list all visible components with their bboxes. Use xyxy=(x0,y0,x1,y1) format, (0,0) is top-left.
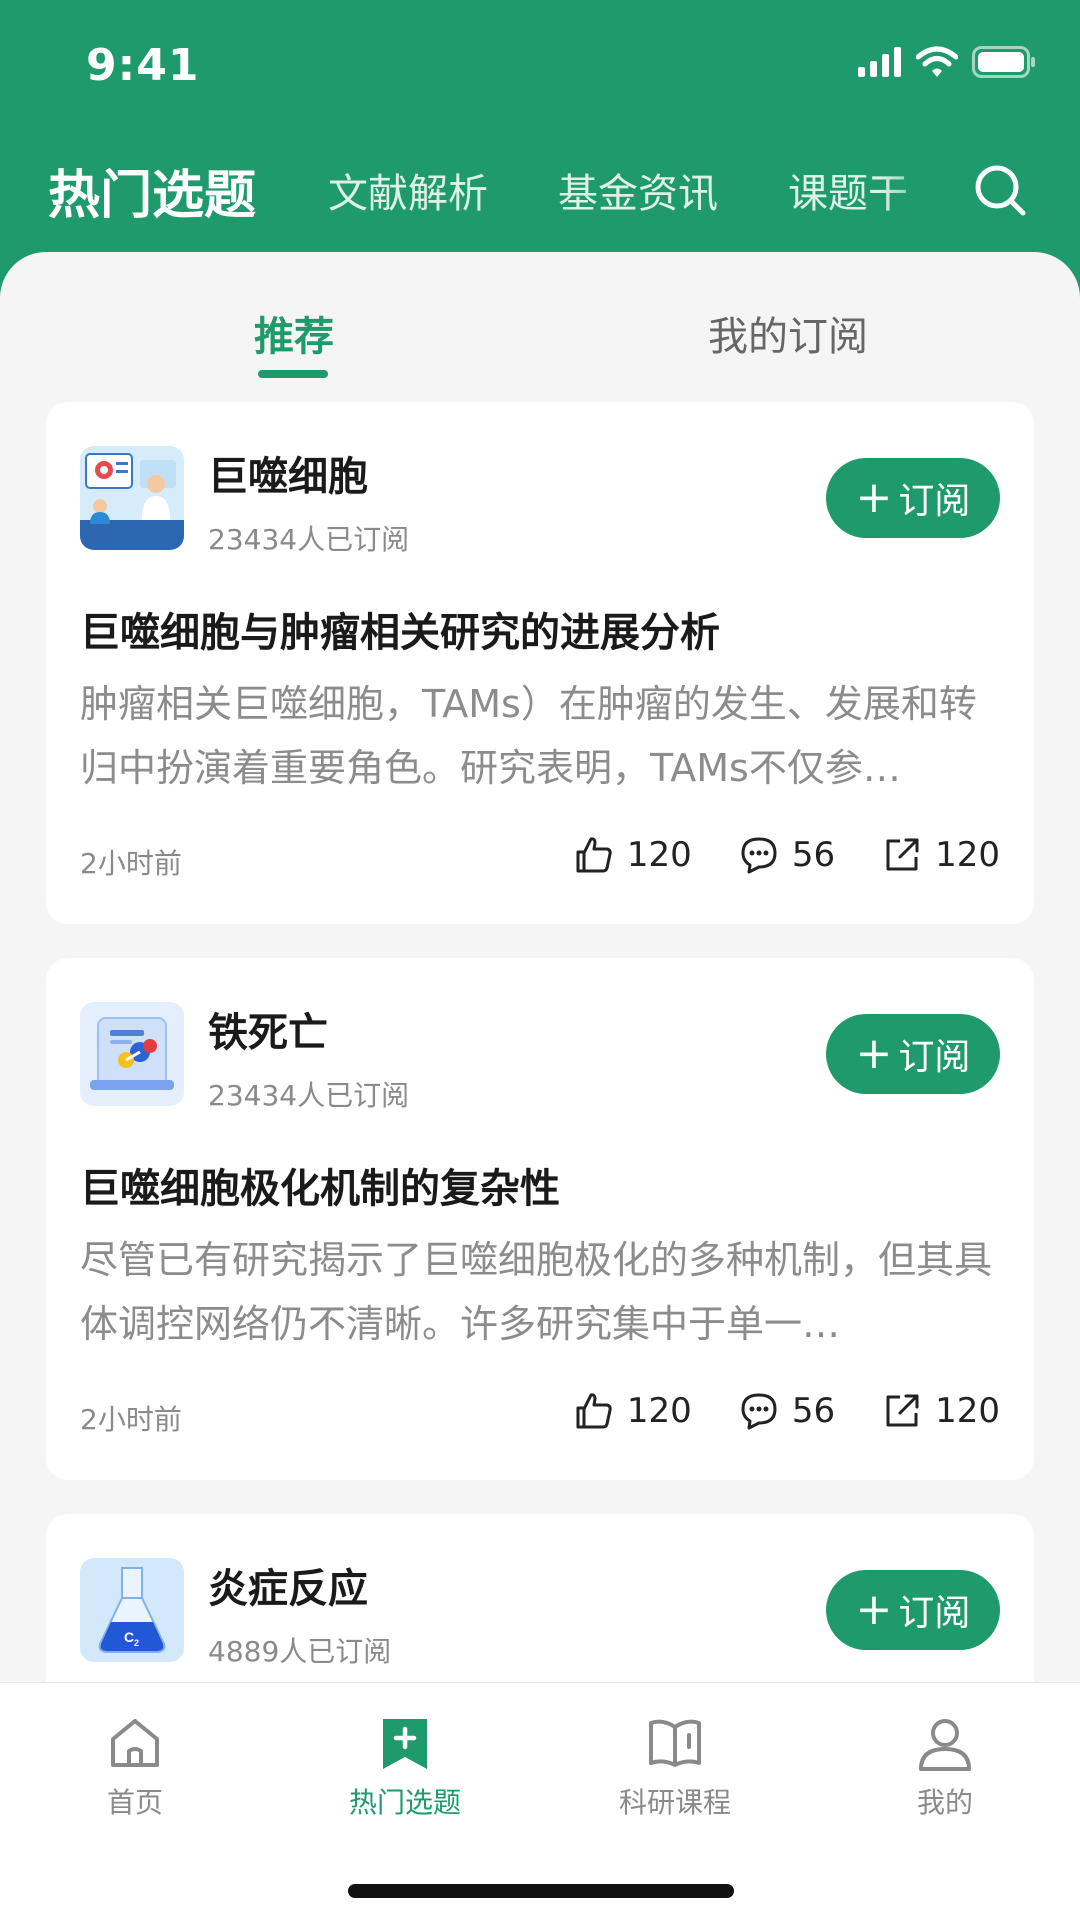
tabs-fade xyxy=(880,150,960,230)
topic-name: 铁死亡 xyxy=(208,1010,328,1056)
tab-recommend[interactable]: 推荐 xyxy=(254,304,334,362)
share-count: 120 xyxy=(935,1391,1000,1431)
card-stats: 120 56 120 xyxy=(527,1390,1000,1432)
topic-card[interactable]: 巨噬细胞 23434人已订阅 + 订阅 巨噬细胞与肿瘤相关研究的进展分析 肿瘤相… xyxy=(46,402,1034,924)
topic-card[interactable]: C 2 炎症反应 4889人已订阅 + 订阅 xyxy=(46,1514,1034,1682)
article-title[interactable]: 巨噬细胞极化机制的复杂性 xyxy=(80,1156,560,1214)
comment-button[interactable]: 56 xyxy=(738,834,835,876)
flask-image: C 2 xyxy=(80,1558,184,1662)
home-indicator xyxy=(348,1884,734,1898)
tab-fund-news[interactable]: 基金资讯 xyxy=(558,161,718,219)
search-icon xyxy=(975,165,1026,216)
user-icon xyxy=(919,1719,971,1771)
comment-icon xyxy=(741,1393,777,1430)
lab-scientist-image xyxy=(80,446,184,550)
svg-text:2: 2 xyxy=(134,1638,139,1648)
bookmark-plus-icon xyxy=(383,1719,427,1769)
share-button[interactable]: 120 xyxy=(881,834,1000,876)
top-category-tabs: 热门选题 文献解析 基金资讯 课题干 xyxy=(48,150,960,230)
article-excerpt: 肿瘤相关巨噬细胞，TAMs）在肿瘤的发生、发展和转归中扮演着重要角色。研究表明，… xyxy=(80,682,977,790)
book-icon xyxy=(649,1719,701,1767)
thumbs-up-icon xyxy=(576,1393,612,1429)
like-count: 120 xyxy=(626,835,692,875)
sub-tabs: 推荐 我的订阅 xyxy=(0,252,1080,382)
subscribe-label: 订阅 xyxy=(898,1037,971,1078)
post-time: 2小时前 xyxy=(80,847,182,880)
status-icons xyxy=(858,46,1036,78)
plus-icon: + xyxy=(855,1584,893,1635)
share-count: 120 xyxy=(935,835,1000,875)
nav-hot-topics[interactable]: 热门选题 xyxy=(305,1713,505,1821)
status-bar: 9:41 xyxy=(0,0,1080,130)
active-tab-indicator xyxy=(258,370,328,378)
wifi-icon xyxy=(916,46,958,77)
thumbs-up-icon xyxy=(576,837,612,873)
post-time: 2小时前 xyxy=(80,1403,182,1436)
nav-home[interactable]: 首页 xyxy=(35,1713,235,1821)
subscribe-button[interactable]: + 订阅 xyxy=(826,458,1000,538)
battery-icon xyxy=(972,46,1035,78)
content-area: 推荐 我的订阅 巨噬细胞 23434人已订阅 + 订阅 巨噬细胞与肿瘤相关研究的… xyxy=(0,252,1080,1682)
molecule-cube-image xyxy=(80,1002,184,1106)
like-count: 120 xyxy=(626,1391,692,1431)
card-stats: 120 56 120 xyxy=(527,834,1000,876)
article-title[interactable]: 巨噬细胞与肿瘤相关研究的进展分析 xyxy=(80,600,720,658)
nav-profile[interactable]: 我的 xyxy=(845,1713,1045,1821)
svg-text:C: C xyxy=(124,1629,134,1645)
topic-thumbnail xyxy=(80,1002,184,1106)
subscribe-label: 订阅 xyxy=(898,1593,971,1634)
plus-icon: + xyxy=(855,472,893,523)
subscriber-count: 23434人已订阅 xyxy=(208,523,410,556)
card-footer: 2小时前 120 56 120 xyxy=(80,1390,1000,1440)
share-button[interactable]: 120 xyxy=(881,1390,1000,1432)
comment-count: 56 xyxy=(791,835,836,875)
card-footer: 2小时前 120 56 120 xyxy=(80,834,1000,884)
signal-icon xyxy=(858,47,901,77)
topic-name: 巨噬细胞 xyxy=(208,454,368,500)
topic-thumbnail xyxy=(80,446,184,550)
comment-icon xyxy=(741,837,777,874)
comment-button[interactable]: 56 xyxy=(738,1390,835,1432)
search-button[interactable] xyxy=(972,162,1028,218)
nav-home-label: 首页 xyxy=(106,1786,163,1819)
nav-profile-label: 我的 xyxy=(916,1786,973,1819)
subscribe-label: 订阅 xyxy=(898,481,971,522)
subscriber-count: 4889人已订阅 xyxy=(208,1635,392,1668)
status-time: 9:41 xyxy=(86,40,200,91)
nav-hot-topics-label: 热门选题 xyxy=(348,1786,461,1819)
topic-name: 炎症反应 xyxy=(208,1566,368,1612)
home-icon xyxy=(111,1719,159,1767)
subscribe-button[interactable]: + 订阅 xyxy=(826,1570,1000,1650)
share-icon xyxy=(886,838,919,871)
topic-card[interactable]: 铁死亡 23434人已订阅 + 订阅 巨噬细胞极化机制的复杂性 尽管已有研究揭示… xyxy=(46,958,1034,1480)
subscribe-button[interactable]: + 订阅 xyxy=(826,1014,1000,1094)
topic-thumbnail: C 2 xyxy=(80,1558,184,1662)
tab-literature[interactable]: 文献解析 xyxy=(328,161,488,219)
tab-my-subscriptions[interactable]: 我的订阅 xyxy=(708,304,868,362)
share-icon xyxy=(886,1394,919,1427)
subscriber-count: 23434人已订阅 xyxy=(208,1079,410,1112)
tab-hot-topics[interactable]: 热门选题 xyxy=(48,153,256,228)
comment-count: 56 xyxy=(791,1391,836,1431)
nav-courses[interactable]: 科研课程 xyxy=(575,1713,775,1821)
article-excerpt: 尽管已有研究揭示了巨噬细胞极化的多种机制，但其具体调控网络仍不清晰。许多研究集中… xyxy=(80,1238,993,1346)
nav-courses-label: 科研课程 xyxy=(618,1786,731,1819)
like-button[interactable]: 120 xyxy=(573,1390,692,1432)
plus-icon: + xyxy=(855,1028,893,1079)
like-button[interactable]: 120 xyxy=(573,834,692,876)
